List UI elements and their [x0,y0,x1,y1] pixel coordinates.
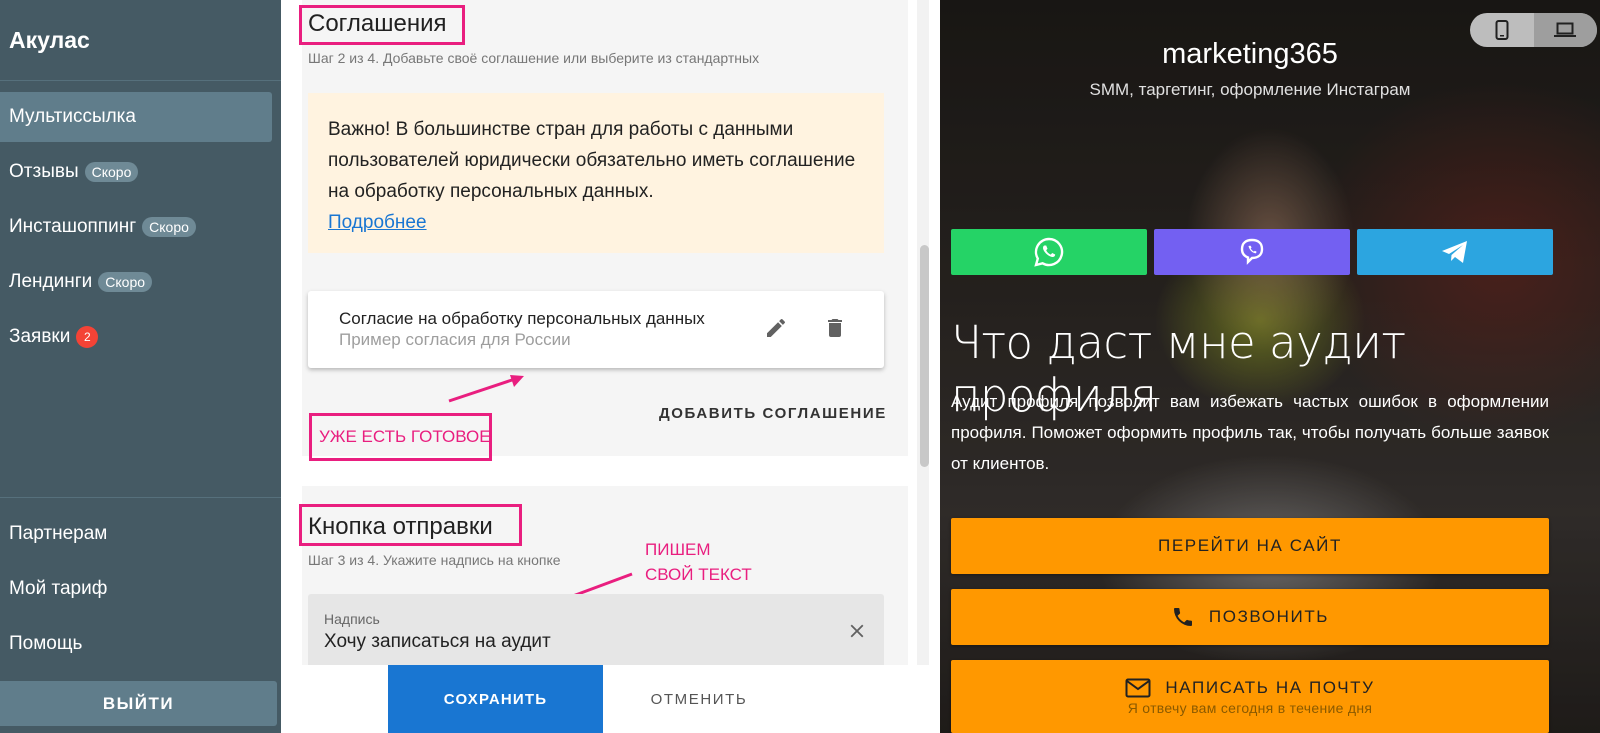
scrollbar-thumb[interactable] [920,245,929,467]
more-link[interactable]: Подробнее [328,212,427,233]
page-preview: marketing365 SMM, таргетинг, оформление … [940,0,1600,733]
viber-button[interactable] [1154,229,1350,275]
telegram-icon [1442,241,1467,263]
cta-label: ПОЗВОНИТЬ [1208,607,1330,626]
save-button[interactable]: СОХРАНИТЬ [388,665,603,733]
logout-button[interactable]: ВЫЙТИ [0,681,277,726]
sidebar-item-label: Инсташоппинг [9,216,137,237]
editor-panel: Соглашения Шаг 2 из 4. Добавьте своё сог… [287,0,937,733]
sidebar-item-label: Партнерам [9,523,108,544]
sidebar-item-instashopping[interactable]: Инсташоппинг Скоро [0,202,281,252]
form-footer: СОХРАНИТЬ ОТМЕНИТЬ [287,665,937,733]
button-label-field[interactable]: Надпись [308,594,884,666]
annotation-ready-text: УЖЕ ЕСТЬ ГОТОВОЕ [319,427,491,446]
notice-box: Важно! В большинстве стран для работы с … [308,93,884,253]
go-to-site-button[interactable]: ПЕРЕЙТИ НА САЙТ [951,518,1549,574]
email-button[interactable]: НАПИСАТЬ НА ПОЧТУ Я отвечу вам сегодня в… [951,660,1549,733]
requests-count-badge: 2 [76,326,99,348]
desktop-view-toggle[interactable] [1533,13,1597,47]
field-label: Надпись [324,611,380,627]
sidebar-item-label: Помощь [9,633,83,654]
cta-sublabel: Я отвечу вам сегодня в течение дня [1127,699,1373,716]
button-label-input[interactable] [324,631,824,653]
sidebar-item-requests[interactable]: Заявки 2 [0,312,281,362]
cta-label: ПЕРЕЙТИ НА САЙТ [1158,536,1342,555]
phone-icon [1173,608,1192,626]
profile-description: SMM, таргетинг, оформление Инстаграм [1089,80,1411,99]
notice-text: Важно! В большинстве стран для работы с … [328,119,856,202]
sidebar-item-label: Заявки [9,326,71,347]
viber-icon [1240,238,1264,265]
sidebar-divider [0,80,281,81]
sidebar-item-label: Мультиссылка [9,106,136,127]
sidebar-item-partners[interactable]: Партнерам [0,509,281,559]
whatsapp-button[interactable] [951,229,1147,275]
agreement-title: Согласие на обработку персональных данны… [339,309,705,328]
phone-device-icon [1495,20,1509,40]
sidebar-item-reviews[interactable]: Отзывы Скоро [0,147,281,197]
cancel-button[interactable]: ОТМЕНИТЬ [614,665,784,733]
sidebar-item-multilink[interactable]: Мультиссылка [0,92,272,142]
add-agreement-button[interactable]: ДОБАВИТЬ СОГЛАШЕНИЕ [659,405,887,422]
laptop-icon [1554,22,1577,37]
annotation-arrow [448,375,524,403]
device-toggle [1470,13,1597,47]
annotation-write-text: ПИШЕМ СВОЙ ТЕКСТ [645,537,752,587]
annotation-line: СВОЙ ТЕКСТ [645,565,752,584]
agreements-title: Соглашения [308,10,447,37]
sidebar-item-label: Мой тариф [9,578,108,599]
profile-name: marketing365 [1162,38,1338,70]
telegram-button[interactable] [1357,229,1553,275]
soon-badge: Скоро [142,217,196,237]
submit-step: Шаг 3 из 4. Укажите надпись на кнопке [308,552,561,568]
soon-badge: Скоро [84,162,139,182]
sidebar-divider [0,497,281,498]
sidebar-item-help[interactable]: Помощь [0,619,281,669]
soon-badge: Скоро [98,272,153,292]
sidebar-item-label: Лендинги [9,271,93,292]
cta-label: НАПИСАТЬ НА ПОЧТУ [1165,677,1375,697]
sidebar-item-landings[interactable]: Лендинги Скоро [0,257,281,307]
agreement-item[interactable]: Согласие на обработку персональных данны… [308,291,884,368]
whatsapp-icon [1034,237,1064,267]
sidebar-item-label: Отзывы [9,161,79,182]
annotation-line: ПИШЕМ [645,540,711,559]
sidebar: Акулас Мультиссылка Отзывы Скоро Инсташо… [0,0,281,733]
sidebar-item-tariff[interactable]: Мой тариф [0,564,281,614]
delete-icon[interactable] [820,313,850,343]
mail-icon [1125,678,1151,697]
app-title: Акулас [9,27,90,53]
call-button[interactable]: ПОЗВОНИТЬ [951,589,1549,645]
mobile-view-toggle[interactable] [1470,13,1534,47]
submit-title: Кнопка отправки [308,513,493,540]
clear-icon[interactable] [842,616,872,646]
agreement-subtitle: Пример согласия для России [339,330,571,349]
edit-icon[interactable] [761,313,791,343]
agreements-step: Шаг 2 из 4. Добавьте своё соглашение или… [308,50,760,66]
content-text: Аудит профиля позволит вам избежать част… [951,392,1549,473]
